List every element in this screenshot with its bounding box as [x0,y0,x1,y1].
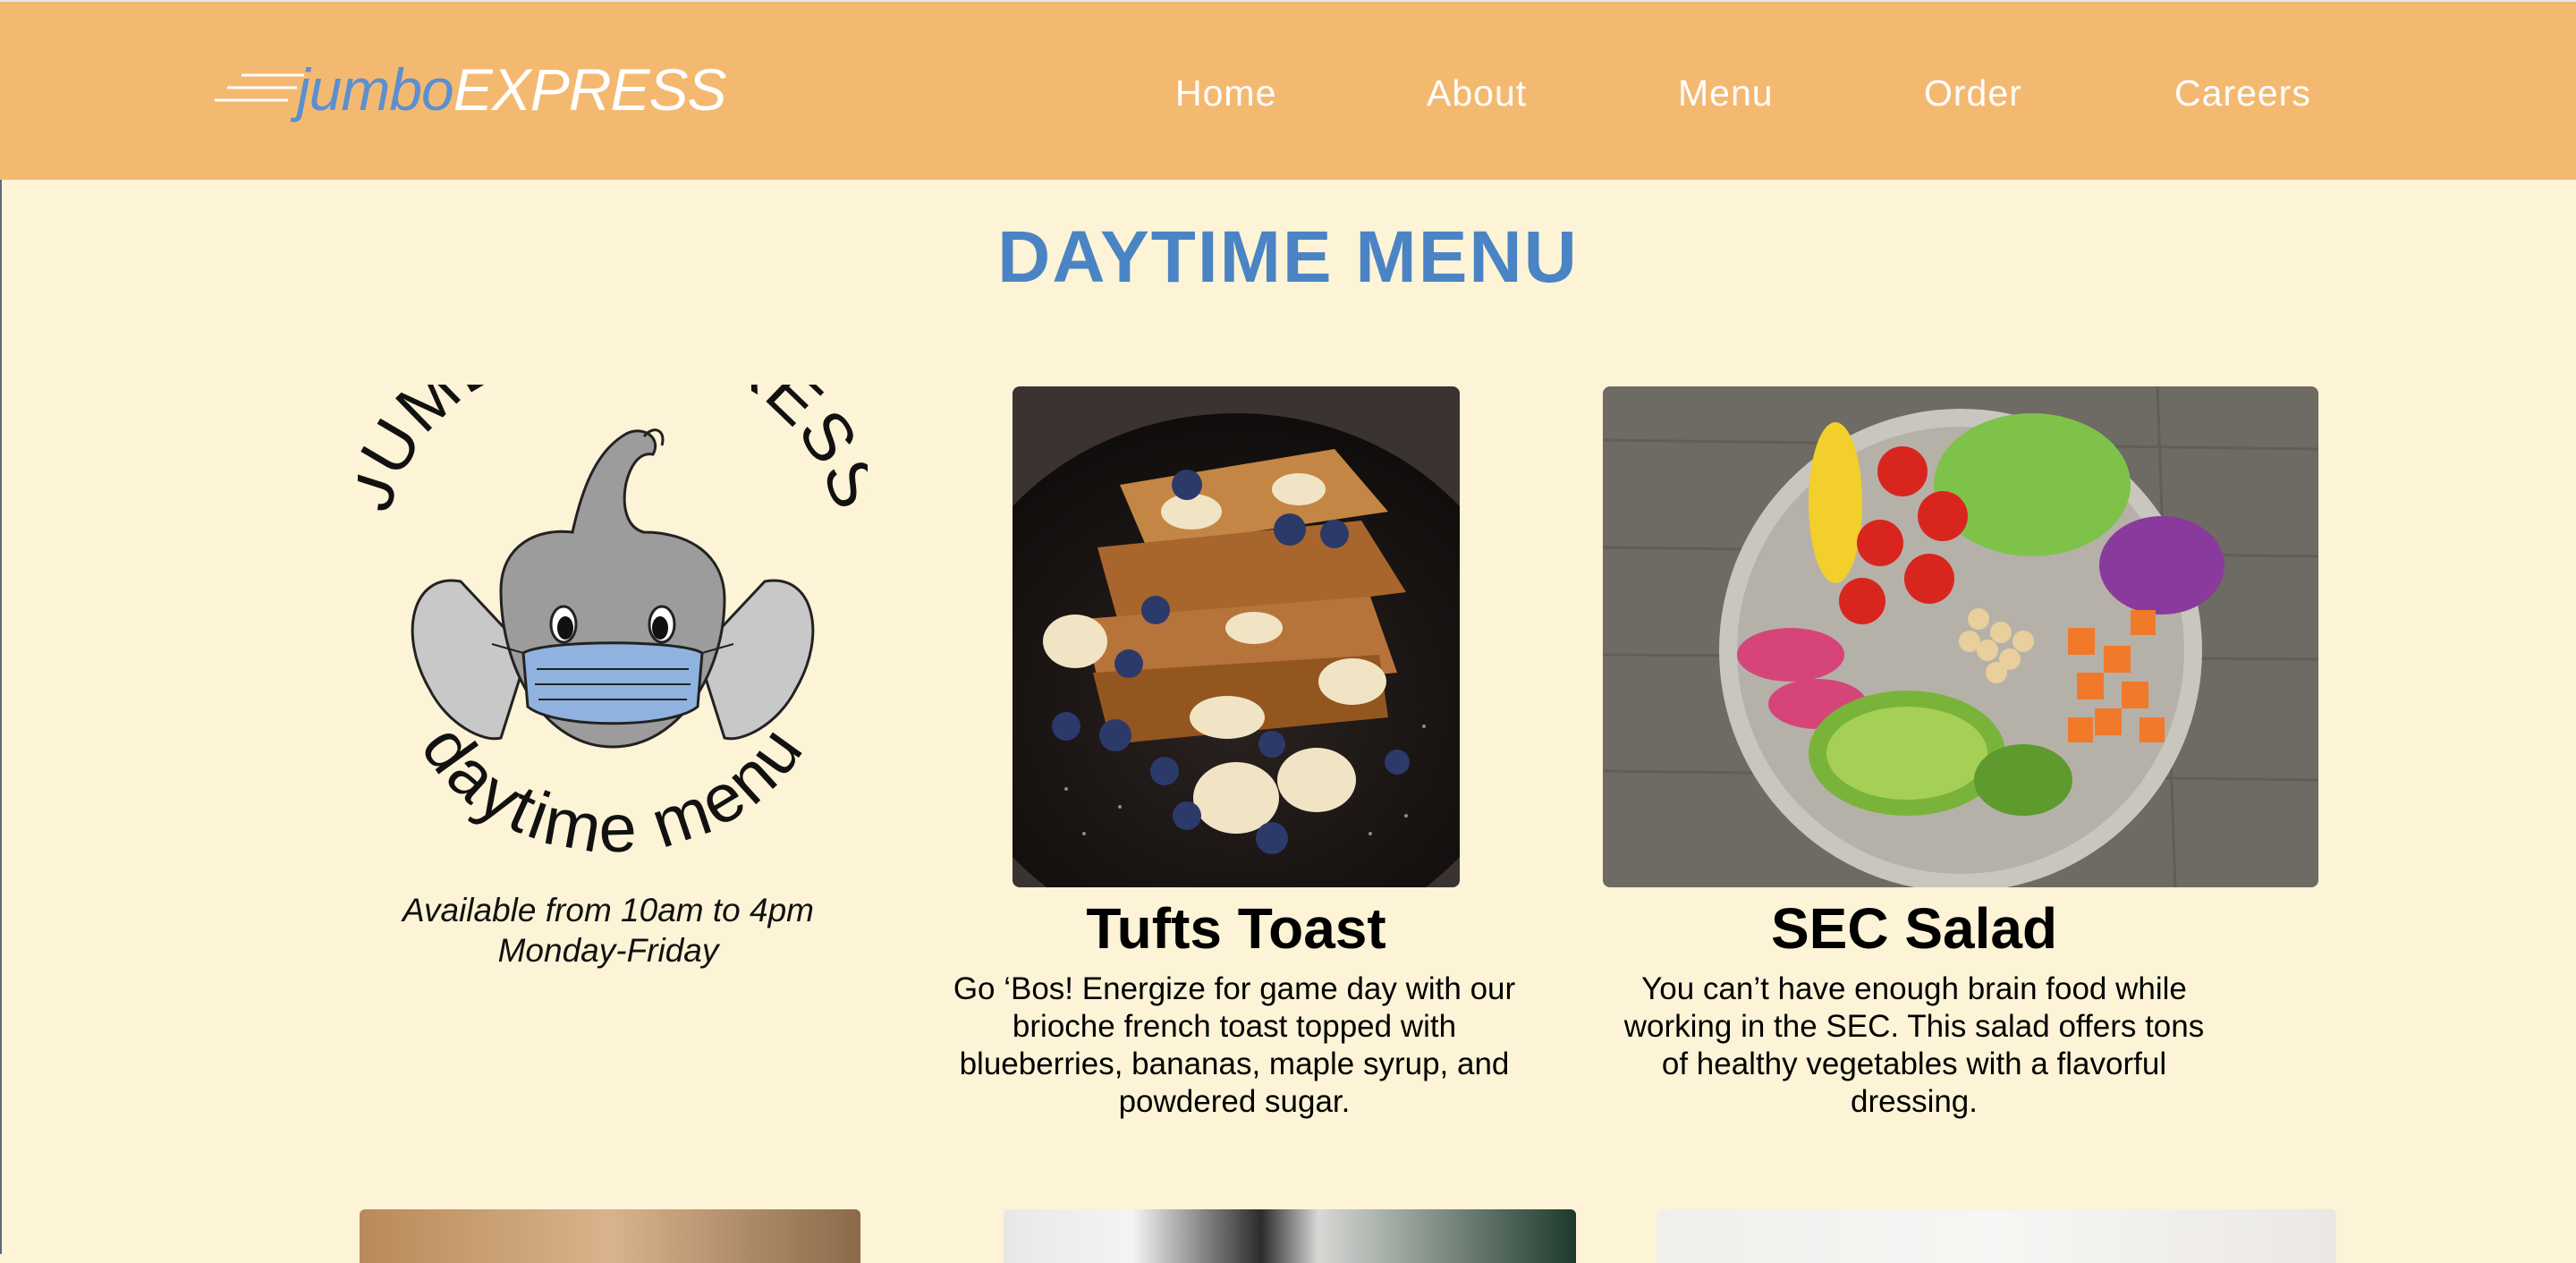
nav-menu[interactable]: Menu [1678,66,1774,120]
item-description-tufts-toast: Go ‘Bos! Energize for game day with our … [953,971,1516,1119]
availability-days: Monday-Friday [497,932,719,969]
daytime-menu-badge: JUMBO EXPRESS daytime menu [358,385,868,868]
nav-order[interactable]: Order [1924,66,2022,120]
availability-hours: Available from 10am to 4pm [402,892,814,928]
nav-careers[interactable]: Careers [2174,66,2311,120]
elephant-mascot-icon [411,428,815,749]
nav-about[interactable]: About [1427,66,1527,120]
window-edge [0,0,2,1254]
item-description-sec-salad: You can’t have enough brain food while w… [1623,971,2205,1119]
item-title-tufts-toast: Tufts Toast [1086,896,1386,961]
availability-note: Available from 10am to 4pm Monday-Friday [340,890,877,971]
next-item-image-1 [360,1209,860,1263]
site-header: jumboEXPRESS Home About Menu Order Caree… [0,0,2576,180]
main-nav: Home About Menu Order Careers [0,66,2576,120]
salad-bowl-photo [1603,386,2318,887]
sec-salad-image [1603,386,2318,887]
next-item-image-3 [1657,1209,2336,1263]
next-item-image-2 [1004,1209,1576,1263]
tufts-toast-image [1013,386,1460,887]
french-toast-photo [1013,386,1460,887]
page-title: DAYTIME MENU [997,216,1579,298]
nav-home[interactable]: Home [1175,66,1276,120]
item-title-sec-salad: SEC Salad [1770,896,2058,961]
